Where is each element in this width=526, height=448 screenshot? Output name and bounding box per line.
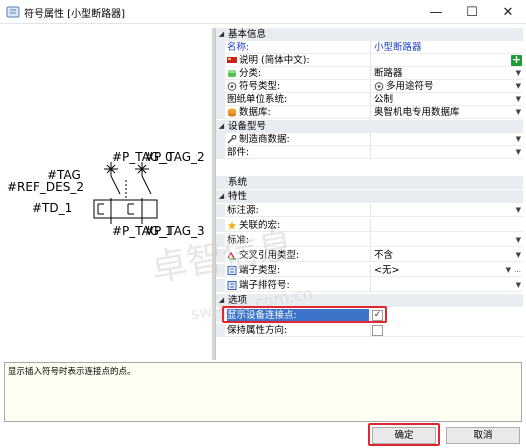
minimize-button[interactable]: — (418, 0, 454, 24)
property-row-terminal-order[interactable]: 端子排符号: ▼ (216, 279, 523, 292)
property-value[interactable] (370, 279, 523, 292)
title-bar: 符号属性 [小型断路器] — ☐ ✕ (0, 0, 526, 24)
pin-tag-top-right: #P_TAG_2 (144, 150, 205, 164)
property-label: 图纸单位系统: (227, 94, 288, 105)
description-pane: 显示插入符号时表示连接点的点。 (4, 362, 522, 422)
symbol-type-icon (227, 82, 237, 91)
chevron-down-icon[interactable]: ▼ (516, 234, 521, 247)
category-system[interactable]: 系统 (216, 176, 523, 189)
property-value[interactable]: 奥智机电专用数据库 (370, 106, 523, 119)
property-label: 显示设备连接点: (227, 309, 369, 322)
property-row-show-connection-points[interactable]: 显示设备连接点: ✓ (216, 309, 523, 322)
property-value[interactable] (370, 204, 523, 217)
chevron-down-icon[interactable]: ▼ (516, 249, 521, 262)
collapse-icon[interactable]: ◢ (217, 28, 226, 41)
symbol-type-icon (374, 82, 384, 91)
terminal-icon (227, 266, 237, 275)
property-label: 关联的宏: (239, 220, 281, 231)
property-row-name[interactable]: 名称: 小型断路器 (216, 41, 523, 54)
property-row-database[interactable]: 数据库: 奥智机电专用数据库 ▼ (216, 106, 523, 119)
property-label: 端子排符号: (239, 280, 290, 291)
property-value[interactable] (370, 146, 523, 159)
property-row-terminal-type[interactable]: 端子类型: <无> ▼ … (216, 264, 523, 277)
add-language-button[interactable]: + (511, 54, 522, 66)
class-cube-icon (228, 70, 236, 77)
property-label: 端子类型: (239, 265, 281, 276)
property-label: 标注源: (227, 205, 259, 216)
property-row-manufacturer[interactable]: 制造商数据: ▼ (216, 133, 523, 146)
chevron-down-icon[interactable]: ▼ (506, 264, 511, 277)
chevron-down-icon[interactable]: ▼ (516, 133, 521, 146)
chevron-down-icon[interactable]: ▼ (516, 67, 521, 80)
maximize-button[interactable]: ☐ (454, 0, 490, 24)
property-value[interactable]: 不含 (370, 249, 523, 262)
chevron-down-icon[interactable]: ▼ (516, 204, 521, 217)
cross-reference-icon (227, 251, 236, 260)
property-row-class[interactable]: 分类: 断路器 ▼ (216, 67, 523, 80)
property-value: 多用途符号 (386, 81, 434, 92)
button-bar: 确定 取消 (0, 423, 526, 448)
chevron-down-icon[interactable]: ▼ (516, 106, 521, 119)
pin-tag-bottom-right: #P_TAG_3 (144, 224, 205, 238)
category-characteristics[interactable]: ◢ 特性 (216, 190, 523, 203)
chevron-down-icon[interactable]: ▼ (516, 146, 521, 159)
property-label: 说明 (简体中文): (239, 55, 310, 66)
chevron-down-icon[interactable]: ▼ (516, 80, 521, 93)
property-label: 标准: (227, 235, 250, 246)
property-label: 分类: (239, 68, 262, 79)
terminal-order-icon (227, 281, 237, 290)
window-title: 符号属性 [小型断路器] (24, 9, 125, 20)
property-row-part[interactable]: 部件: ▼ (216, 146, 523, 159)
property-value[interactable]: 小型断路器 (370, 41, 523, 54)
database-icon (228, 108, 236, 117)
ref-des-label: #REF_DES_2 (7, 180, 84, 194)
property-row-cross-ref-type[interactable]: 交叉引用类型: 不含 ▼ (216, 249, 523, 262)
property-grid: ◢ 基本信息 名称: 小型断路器 说明 (简体中文): + 分类: 断路器 ▼ … (215, 28, 523, 360)
property-label: 数据库: (239, 107, 271, 118)
property-row-description[interactable]: 说明 (简体中文): + (216, 54, 523, 67)
property-value[interactable]: <无> (370, 264, 523, 277)
show-connection-points-checkbox[interactable]: ✓ (372, 310, 383, 321)
property-row-linked-macro[interactable]: 关联的宏: (216, 219, 523, 232)
ellipsis-icon[interactable]: … (514, 264, 521, 277)
category-device-model[interactable]: ◢ 设备型号 (216, 120, 523, 133)
chevron-down-icon[interactable]: ▼ (516, 279, 521, 292)
property-row-symbol-type[interactable]: 符号类型: 多用途符号 ▼ (216, 80, 523, 93)
star-icon (227, 221, 237, 230)
symbol-properties-icon (6, 6, 20, 18)
property-value[interactable] (370, 133, 523, 146)
description-text: 显示插入符号时表示连接点的点。 (8, 367, 136, 377)
collapse-icon[interactable]: ◢ (217, 294, 226, 307)
property-label: 部件: (227, 147, 250, 158)
cancel-button[interactable]: 取消 (446, 427, 520, 444)
property-value[interactable] (370, 234, 523, 247)
wrench-icon (227, 135, 237, 144)
td-label: #TD_1 (32, 201, 72, 215)
category-basic-info[interactable]: ◢ 基本信息 (216, 28, 523, 41)
property-row-annotation-source[interactable]: 标注源: ▼ (216, 204, 523, 217)
property-label: 符号类型: (239, 81, 281, 92)
flag-icon (227, 57, 237, 63)
property-label: 制造商数据: (239, 134, 290, 145)
chevron-down-icon[interactable]: ▼ (516, 93, 521, 106)
ok-button[interactable]: 确定 (372, 427, 436, 444)
property-value[interactable]: 断路器 (370, 67, 523, 80)
property-label: 名称: (227, 42, 250, 53)
collapse-icon[interactable]: ◢ (217, 120, 226, 133)
breaker-symbol-drawing: #TAG #REF_DES_2 #TD_1 #P_TAG_0 #P_TAG_2 … (7, 150, 205, 238)
property-value[interactable] (370, 219, 523, 232)
property-value[interactable] (370, 54, 523, 67)
property-label: 交叉引用类型: (239, 250, 300, 261)
category-options[interactable]: ◢ 选项 (216, 294, 523, 307)
property-row-standard[interactable]: 标准: ▼ (216, 234, 523, 247)
property-row-drawing-units[interactable]: 图纸单位系统: 公制 ▼ (216, 93, 523, 106)
close-button[interactable]: ✕ (490, 0, 526, 24)
symbol-preview: #TAG #REF_DES_2 #TD_1 #P_TAG_0 #P_TAG_2 … (4, 28, 211, 360)
property-label: 保持属性方向: (227, 325, 288, 336)
property-value[interactable]: 公制 (370, 93, 523, 106)
collapse-icon[interactable]: ◢ (217, 190, 226, 203)
property-row-keep-orientation[interactable]: 保持属性方向: (216, 324, 523, 337)
keep-orientation-checkbox[interactable] (372, 325, 383, 336)
